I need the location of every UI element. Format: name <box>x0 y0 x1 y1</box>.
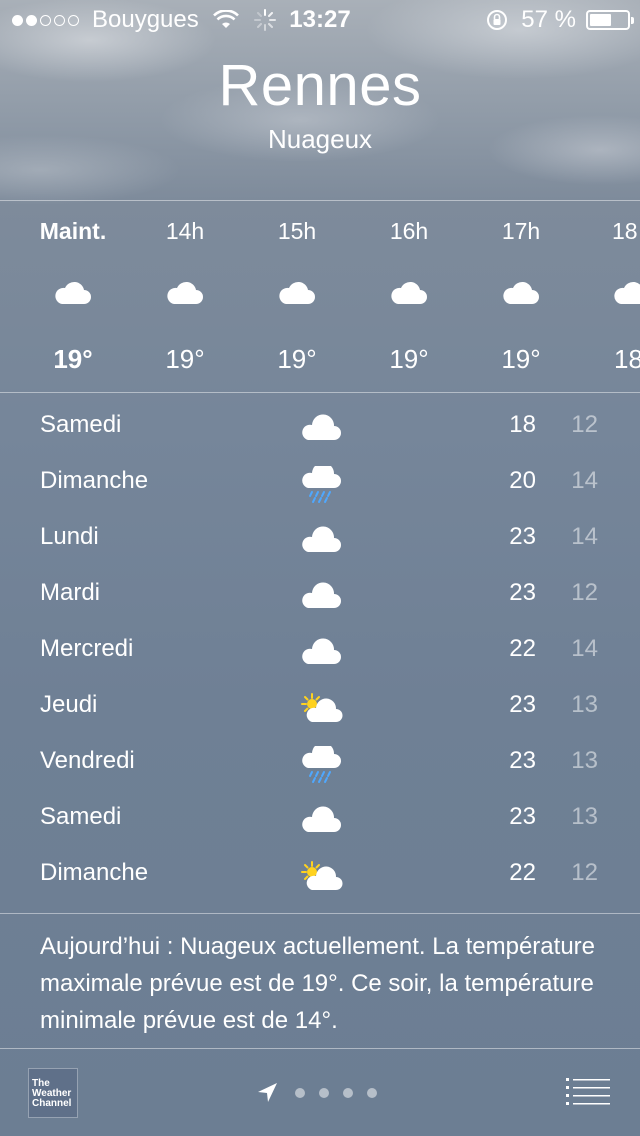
page-dot <box>295 1088 305 1098</box>
hour-temp: 19° <box>53 344 93 374</box>
cloud-icon <box>302 526 341 552</box>
cloud-icon <box>279 281 315 304</box>
cloud-icon <box>503 281 539 304</box>
day-low-temp: 12 <box>571 859 598 886</box>
day-low-temp: 14 <box>571 523 598 550</box>
battery-fill <box>590 14 611 26</box>
daily-row: Dimanche 22 12 <box>0 846 640 902</box>
divider <box>0 913 640 914</box>
daily-summary: Aujourd’hui : Nuageux actuellement. La t… <box>40 933 595 1034</box>
cloud-icon <box>302 582 341 608</box>
day-name: Mardi <box>40 579 101 606</box>
day-low-temp: 13 <box>571 691 598 718</box>
day-high-temp: 23 <box>509 579 536 606</box>
day-high-temp: 22 <box>509 859 536 886</box>
battery-percent: 57 % <box>521 6 576 33</box>
day-low-temp: 13 <box>571 747 598 774</box>
page-dot <box>367 1088 377 1098</box>
daily-row: Lundi 23 14 <box>0 510 640 566</box>
cloud-icon <box>302 806 341 832</box>
day-name: Mercredi <box>40 635 134 662</box>
current-condition: Nuageux <box>267 124 373 154</box>
day-name: Samedi <box>40 803 122 830</box>
daily-row: Samedi 18 12 <box>0 398 640 454</box>
daily-row: Mercredi 22 14 <box>0 622 640 678</box>
daily-row: Samedi 23 13 <box>0 790 640 846</box>
hour-temp: 19° <box>277 344 317 374</box>
partly-sunny-icon <box>301 861 343 890</box>
day-high-temp: 22 <box>509 635 536 662</box>
day-high-temp: 23 <box>509 803 536 830</box>
battery-icon <box>586 10 634 30</box>
day-name: Dimanche <box>40 859 149 886</box>
divider <box>0 392 640 393</box>
city-name: Rennes <box>218 53 422 118</box>
hourly-forecast[interactable]: Maint. 19° 14h 19° 15h 19° 16h 19° 17h 1… <box>0 200 640 392</box>
hour-label: 18 <box>612 218 638 244</box>
hour-temp: 19° <box>501 344 541 374</box>
day-low-temp: 12 <box>571 411 598 438</box>
cloud-icon <box>55 281 91 304</box>
hour-temp: 19° <box>165 344 205 374</box>
day-name: Jeudi <box>40 691 98 718</box>
hour-label: 14h <box>165 218 205 244</box>
daily-forecast: Samedi 18 12 Dimanche 20 14 Lundi 23 14 … <box>0 398 640 902</box>
page-dot <box>343 1088 353 1098</box>
partly-sunny-icon <box>301 693 343 722</box>
day-name: Lundi <box>40 523 99 550</box>
daily-row: Mardi 23 12 <box>0 566 640 622</box>
list-icon[interactable] <box>566 1076 610 1106</box>
cloud-icon <box>302 638 341 664</box>
day-name: Vendredi <box>40 747 135 774</box>
status-bar: Bouygues 13:27 57 % <box>0 0 640 40</box>
daily-row: Dimanche 20 14 <box>0 454 640 510</box>
day-high-temp: 23 <box>509 747 536 774</box>
day-name: Samedi <box>40 411 122 438</box>
daily-row: Vendredi 23 13 <box>0 734 640 790</box>
day-low-temp: 14 <box>571 467 598 494</box>
rain-cloud-icon <box>302 746 341 783</box>
day-high-temp: 23 <box>509 691 536 718</box>
orientation-lock-icon <box>487 10 508 30</box>
location-arrow-icon <box>258 1083 277 1102</box>
hour-temp: 18 <box>614 344 640 374</box>
day-low-temp: 12 <box>571 579 598 606</box>
daily-row: Jeudi 23 13 <box>0 678 640 734</box>
cloud-icon <box>614 281 640 304</box>
day-high-temp: 20 <box>509 467 536 494</box>
hour-label: Maint. <box>39 218 107 244</box>
rain-cloud-icon <box>302 466 341 503</box>
page-dot <box>319 1088 329 1098</box>
cloud-icon <box>167 281 203 304</box>
day-high-temp: 23 <box>509 523 536 550</box>
day-high-temp: 18 <box>509 411 536 438</box>
hour-label: 17h <box>501 218 541 244</box>
day-name: Dimanche <box>40 467 149 494</box>
bottom-toolbar: The Weather Channel <box>0 1048 640 1136</box>
cloud-icon <box>302 414 341 440</box>
day-low-temp: 13 <box>571 803 598 830</box>
day-low-temp: 14 <box>571 635 598 662</box>
page-indicator[interactable] <box>0 1082 640 1104</box>
hour-temp: 19° <box>389 344 429 374</box>
hour-label: 15h <box>277 218 317 244</box>
hour-label: 16h <box>389 218 429 244</box>
cloud-icon <box>391 281 427 304</box>
